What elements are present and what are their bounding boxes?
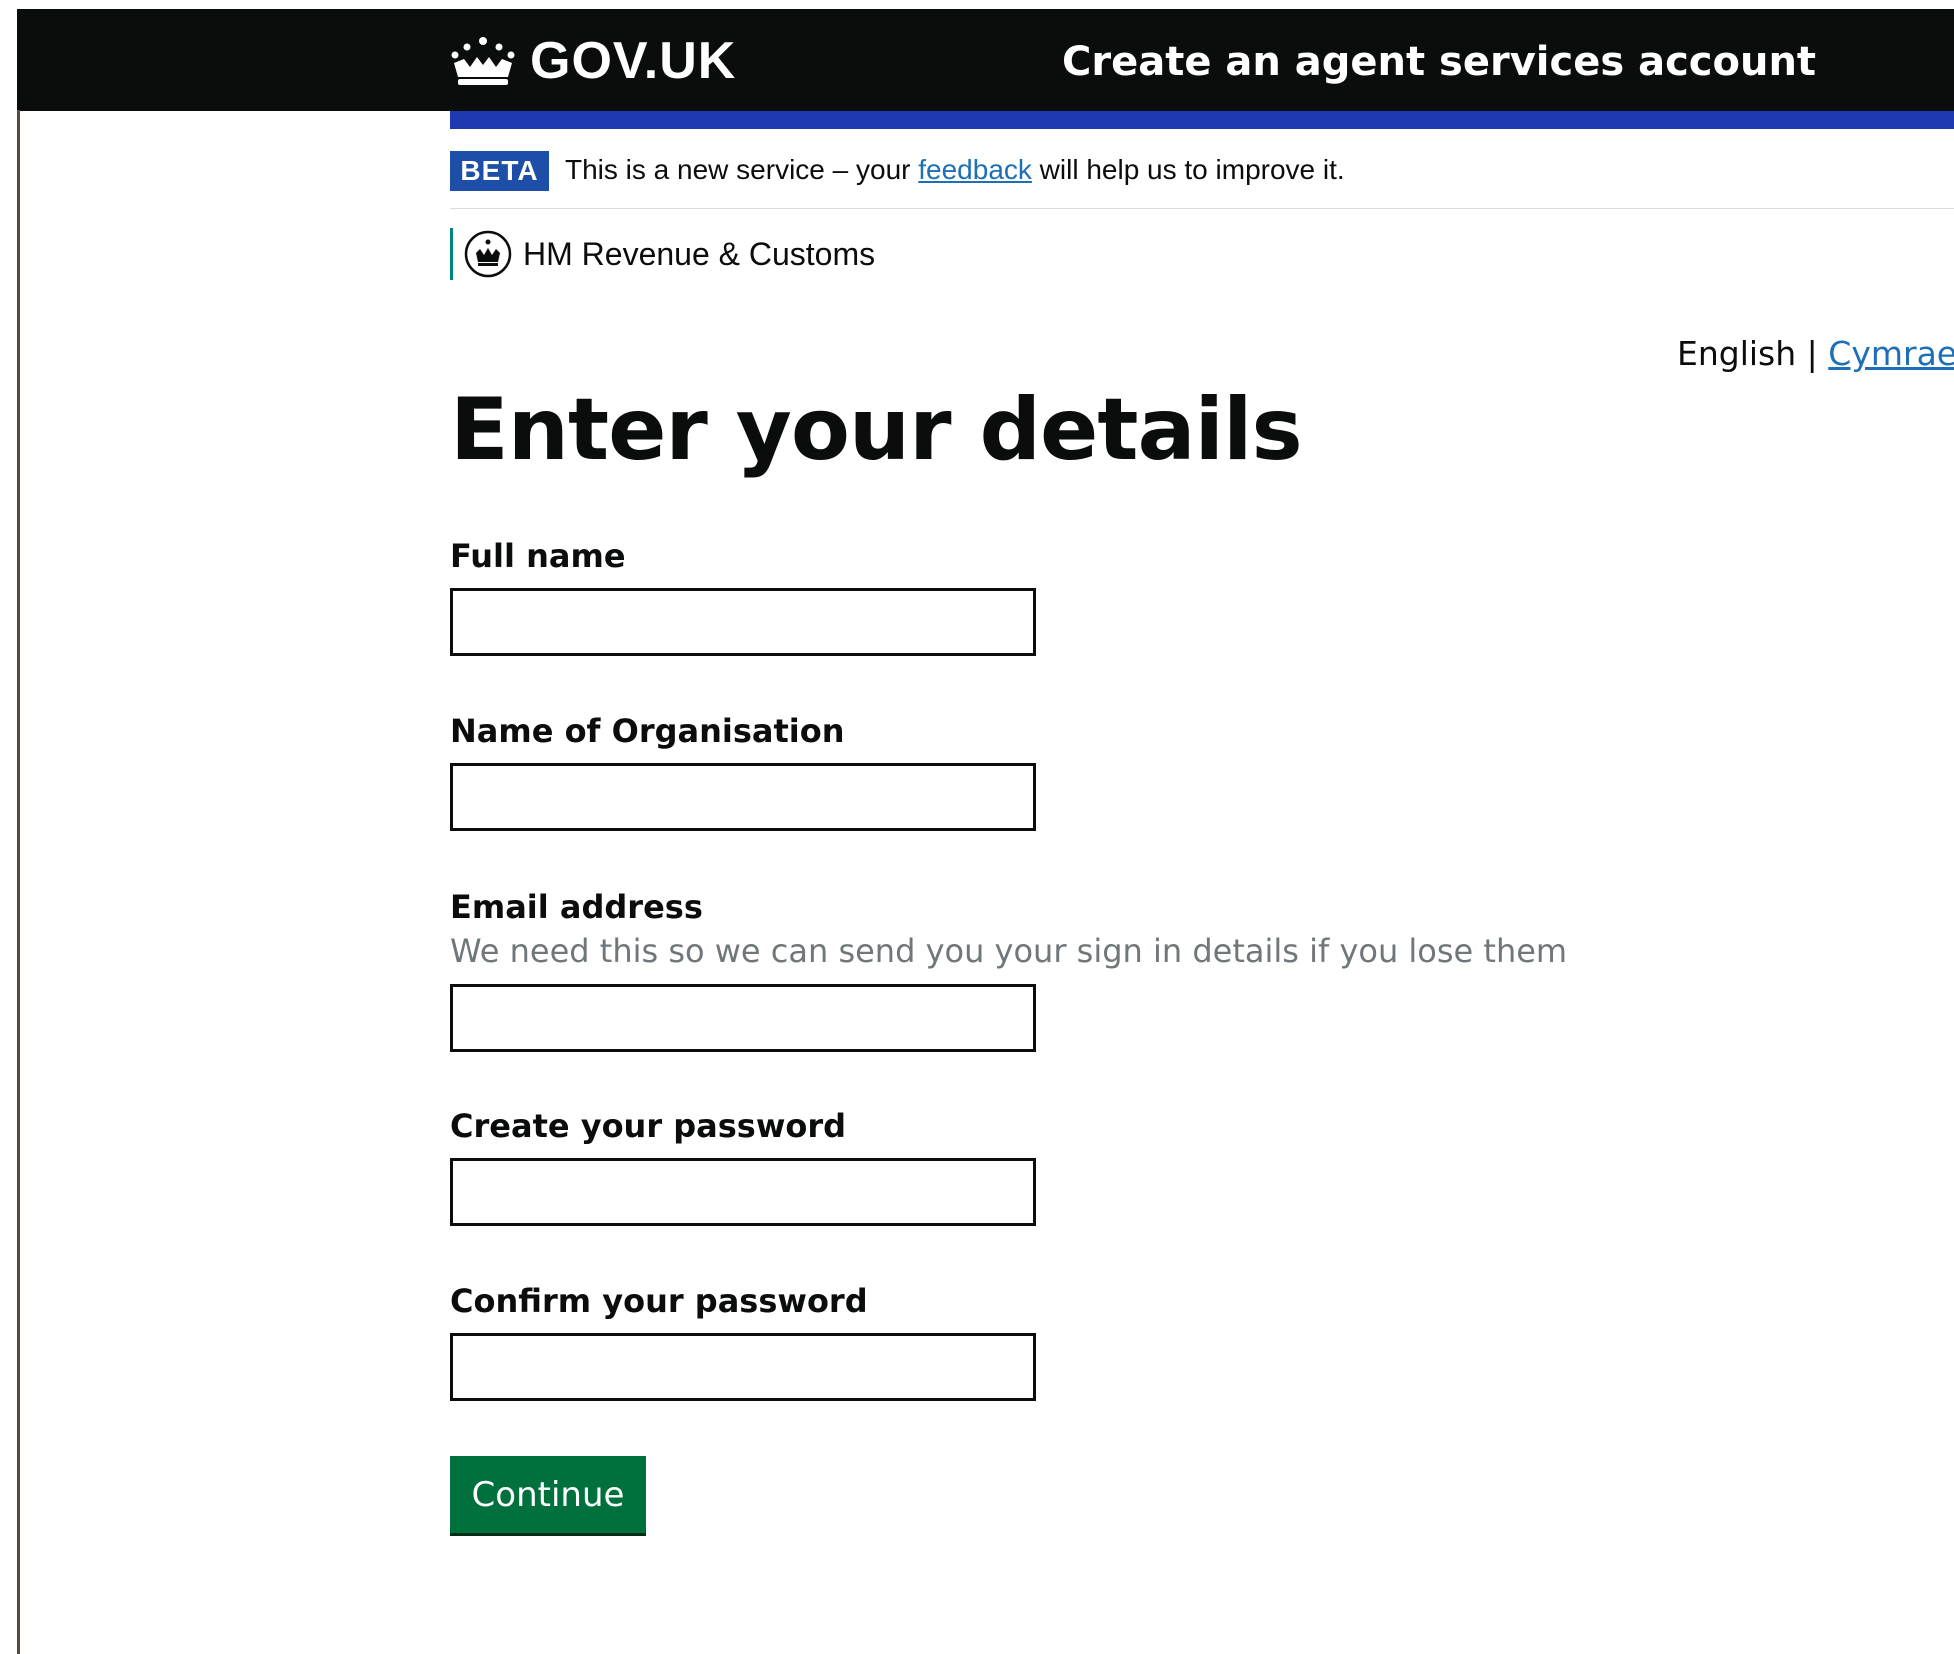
crown-icon — [451, 37, 515, 85]
beta-tag: BETA — [450, 151, 549, 191]
organisation-brand: HM Revenue & Customs — [450, 228, 875, 280]
beta-banner-text: This is a new service – your feedback wi… — [565, 154, 1345, 186]
govuk-logo-link[interactable]: GOV.UK — [450, 32, 737, 90]
email-address-label: Email address — [450, 888, 703, 926]
language-toggle: English | Cymraeg — [1677, 334, 1954, 373]
page: GOV.UK Create an agent services account … — [0, 0, 1954, 1654]
create-password-input[interactable] — [450, 1158, 1036, 1226]
organisation-name: HM Revenue & Customs — [523, 235, 876, 272]
window-left-edge — [17, 110, 20, 1654]
phase-banner: BETA This is a new service – your feedba… — [450, 149, 1954, 209]
header-blue-bar — [450, 111, 1954, 129]
hmrc-crest-icon — [464, 230, 512, 278]
continue-button[interactable]: Continue — [450, 1456, 646, 1533]
confirm-password-label: Confirm your password — [450, 1282, 868, 1320]
page-title: Enter your details — [450, 380, 1303, 480]
language-cymraeg-link[interactable]: Cymraeg — [1828, 334, 1954, 373]
beta-text-after: will help us to improve it. — [1031, 154, 1345, 185]
full-name-label: Full name — [450, 537, 626, 575]
email-address-input[interactable] — [450, 984, 1036, 1052]
govuk-header: GOV.UK Create an agent services account — [17, 9, 1954, 111]
confirm-password-input[interactable] — [450, 1333, 1036, 1401]
service-name-link[interactable]: Create an agent services account — [1062, 39, 1816, 85]
govuk-logo-text: GOV.UK — [530, 32, 737, 90]
language-current: English — [1677, 334, 1797, 373]
beta-text-before: This is a new service – your — [565, 154, 919, 185]
organisation-name-input[interactable] — [450, 763, 1036, 831]
full-name-input[interactable] — [450, 588, 1036, 656]
language-separator: | — [1796, 334, 1829, 373]
organisation-name-label: Name of Organisation — [450, 712, 845, 750]
window-top-edge — [0, 0, 1954, 9]
feedback-link[interactable]: feedback — [918, 154, 1032, 185]
email-address-hint: We need this so we can send you your sig… — [450, 932, 1568, 970]
create-password-label: Create your password — [450, 1107, 847, 1145]
